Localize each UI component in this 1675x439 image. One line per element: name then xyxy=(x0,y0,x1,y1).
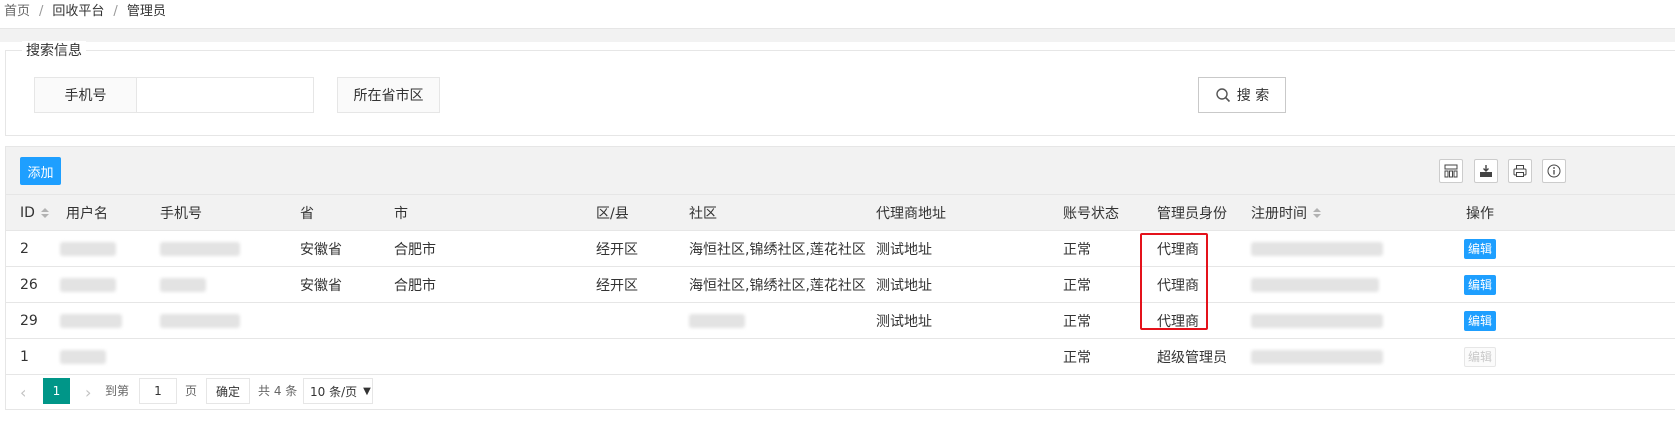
cell-username-redacted xyxy=(60,339,106,374)
cell-register-time-redacted xyxy=(1251,267,1379,302)
page-size-value: 10 条/页 xyxy=(310,384,358,399)
col-actions: 操作 xyxy=(1466,205,1494,222)
cell-province: 安徽省 xyxy=(300,241,342,258)
breadcrumb-current: 管理员 xyxy=(126,4,166,19)
sort-icon[interactable] xyxy=(1313,207,1321,218)
table-row: 1 正常 超级管理员 编辑 xyxy=(6,339,1675,375)
col-register-time[interactable]: 注册时间 xyxy=(1251,195,1321,230)
page-size-select[interactable]: 10 条/页 ▼ xyxy=(303,378,373,404)
col-id-label: ID xyxy=(20,204,35,221)
search-button[interactable]: 搜 索 xyxy=(1198,77,1286,113)
cell-admin-role: 超级管理员 xyxy=(1157,349,1227,366)
cell-register-time-redacted xyxy=(1251,339,1383,374)
col-id[interactable]: ID xyxy=(20,195,49,230)
cell-account-status: 正常 xyxy=(1063,241,1091,258)
table-row: 29 测试地址 正常 代理商 编辑 xyxy=(6,303,1675,339)
cell-id: 26 xyxy=(20,276,38,293)
cell-account-status: 正常 xyxy=(1063,349,1091,366)
pagination: ‹ 1 › 到第 1 页 确定 共 4 条 10 条/页 ▼ xyxy=(6,371,1675,411)
cell-agent-address: 测试地址 xyxy=(876,313,932,330)
cell-actions: 编辑 xyxy=(1464,303,1496,338)
col-province: 省 xyxy=(300,205,314,222)
cell-id: 2 xyxy=(20,240,29,257)
col-agent-address: 代理商地址 xyxy=(876,205,946,222)
page-unit-label: 页 xyxy=(185,384,198,398)
cell-city: 合肥市 xyxy=(394,241,436,258)
col-phone: 手机号 xyxy=(160,205,202,222)
col-username: 用户名 xyxy=(66,205,108,222)
cell-actions: 编辑 xyxy=(1464,339,1496,374)
col-district: 区/县 xyxy=(596,205,629,222)
cell-id: 29 xyxy=(20,312,38,329)
search-button-label: 搜 索 xyxy=(1236,88,1270,104)
breadcrumb: 首页 / 回收平台 / 管理员 xyxy=(4,0,166,28)
cell-username-redacted xyxy=(60,303,122,338)
export-icon[interactable] xyxy=(1474,159,1498,183)
cell-community-redacted xyxy=(689,303,745,338)
edit-button[interactable]: 编辑 xyxy=(1464,274,1496,295)
cell-district: 经开区 xyxy=(596,277,638,294)
table-panel: 添加 ID 用户名 手机号 省 市 区/县 社区 代理商地址 账号状态 管理员身… xyxy=(5,146,1675,410)
phone-label: 手机号 xyxy=(34,77,137,113)
table-toolbar: 添加 xyxy=(6,147,1675,195)
table-header: ID 用户名 手机号 省 市 区/县 社区 代理商地址 账号状态 管理员身份 注… xyxy=(6,195,1675,231)
region-select[interactable]: 所在省市区 xyxy=(337,77,440,113)
annotation-highlight-box xyxy=(1140,233,1208,330)
breadcrumb-home[interactable]: 首页 xyxy=(4,4,30,19)
search-icon xyxy=(1216,88,1230,103)
cell-community: 海恒社区,锦绣社区,莲花社区 xyxy=(689,241,866,258)
edit-button[interactable]: 编辑 xyxy=(1464,310,1496,331)
breadcrumb-separator: / xyxy=(113,4,118,19)
table-row: 26 安徽省 合肥市 经开区 海恒社区,锦绣社区,莲花社区 测试地址 正常 代理… xyxy=(6,267,1675,303)
edit-button[interactable]: 编辑 xyxy=(1464,238,1496,259)
col-register-time-label: 注册时间 xyxy=(1251,205,1307,222)
cell-community: 海恒社区,锦绣社区,莲花社区 xyxy=(689,277,866,294)
col-admin-role: 管理员身份 xyxy=(1157,205,1227,222)
goto-page-input[interactable]: 1 xyxy=(139,378,177,404)
columns-icon[interactable] xyxy=(1439,159,1463,183)
sort-icon[interactable] xyxy=(40,207,49,218)
cell-phone-redacted xyxy=(160,267,206,302)
cell-province: 安徽省 xyxy=(300,277,342,294)
prev-page-icon[interactable]: ‹ xyxy=(20,383,26,402)
cell-actions: 编辑 xyxy=(1464,231,1496,266)
col-community: 社区 xyxy=(689,205,717,222)
table-row: 2 安徽省 合肥市 经开区 海恒社区,锦绣社区,莲花社区 测试地址 正常 代理商… xyxy=(6,231,1675,267)
cell-account-status: 正常 xyxy=(1063,277,1091,294)
cell-account-status: 正常 xyxy=(1063,313,1091,330)
search-legend: 搜索信息 xyxy=(22,41,86,61)
col-city: 市 xyxy=(394,205,408,222)
cell-phone-redacted xyxy=(160,231,240,266)
cell-district: 经开区 xyxy=(596,241,638,258)
cell-username-redacted xyxy=(60,231,116,266)
page-1-button[interactable]: 1 xyxy=(43,378,70,404)
cell-register-time-redacted xyxy=(1251,231,1383,266)
cell-username-redacted xyxy=(60,267,116,302)
cell-actions: 编辑 xyxy=(1464,267,1496,302)
cell-city: 合肥市 xyxy=(394,277,436,294)
cell-id: 1 xyxy=(20,348,29,365)
total-count: 共 4 条 xyxy=(258,384,298,398)
add-button[interactable]: 添加 xyxy=(20,157,61,185)
breadcrumb-platform[interactable]: 回收平台 xyxy=(52,4,104,19)
goto-confirm-button[interactable]: 确定 xyxy=(206,378,250,404)
cell-agent-address: 测试地址 xyxy=(876,241,932,258)
page-background-strip xyxy=(0,29,1675,42)
cell-register-time-redacted xyxy=(1251,303,1383,338)
goto-label: 到第 xyxy=(105,384,130,398)
phone-input[interactable] xyxy=(136,77,314,113)
print-icon[interactable] xyxy=(1508,159,1532,183)
search-fieldset: 搜索信息 手机号 所在省市区 搜 索 xyxy=(5,41,1675,136)
info-icon[interactable] xyxy=(1542,159,1566,183)
breadcrumb-separator: / xyxy=(39,4,44,19)
cell-phone-redacted xyxy=(160,303,240,338)
col-account-status: 账号状态 xyxy=(1063,205,1119,222)
caret-down-icon: ▼ xyxy=(363,385,371,397)
edit-button-disabled: 编辑 xyxy=(1464,346,1496,367)
next-page-icon[interactable]: › xyxy=(85,383,91,402)
cell-agent-address: 测试地址 xyxy=(876,277,932,294)
